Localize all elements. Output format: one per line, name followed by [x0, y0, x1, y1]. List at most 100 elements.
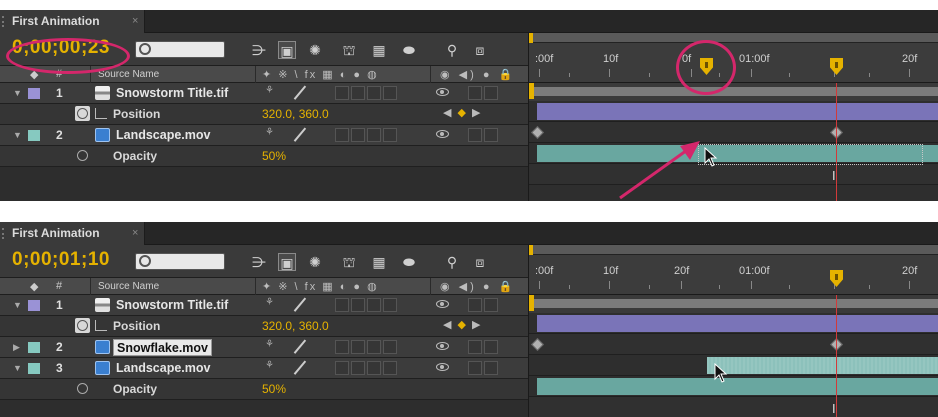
graph-icon[interactable] [95, 108, 107, 119]
prev-keyframe-icon[interactable]: ◀ [443, 107, 457, 119]
layer-track[interactable] [529, 355, 938, 376]
layer-track[interactable] [529, 313, 938, 334]
shy-switch-icon[interactable]: ⚘ [265, 85, 274, 96]
eye-icon[interactable] [436, 342, 449, 350]
next-keyframe-icon[interactable]: ▶ [472, 107, 486, 119]
shy-layers-icon[interactable]: ✺ [306, 41, 324, 59]
layer-duration-bar[interactable] [537, 315, 938, 332]
layer-row[interactable]: ▼ 1 Snowstorm Title.tif ⚘ [0, 83, 528, 104]
navigator-start-handle[interactable] [529, 33, 533, 43]
quality-switch-icon[interactable] [293, 86, 306, 99]
keyframe[interactable] [531, 126, 544, 139]
close-tab-icon[interactable]: × [132, 222, 138, 245]
property-row[interactable]: Opacity 50% [0, 146, 528, 167]
brainstorm-icon[interactable]: ⬬ [400, 41, 418, 59]
stopwatch-icon[interactable] [75, 106, 90, 121]
source-name-header[interactable]: Source Name [98, 69, 159, 80]
brainstorm-icon[interactable]: ⬬ [400, 253, 418, 271]
layer-search-input[interactable] [135, 41, 225, 58]
layer-duration-bar[interactable] [537, 103, 938, 120]
property-track[interactable] [529, 122, 938, 143]
quality-switch-icon[interactable] [293, 340, 306, 353]
property-value[interactable]: 320.0, 360.0 [262, 319, 329, 333]
layer-duration-bar[interactable] [537, 378, 938, 395]
shy-switch-icon[interactable]: ⚘ [265, 339, 274, 350]
shy-layers-icon[interactable]: ✺ [306, 253, 324, 271]
frame-blending-icon[interactable]: ⛫ [340, 253, 358, 271]
layer-name[interactable]: Snowflake.mov [113, 339, 212, 356]
eye-icon[interactable] [436, 88, 449, 96]
frame-blending-icon[interactable]: ⛫ [340, 41, 358, 59]
property-track[interactable] [529, 334, 938, 355]
motion-blur-icon[interactable]: ▦ [370, 253, 388, 271]
twirl-open-icon[interactable]: ▼ [13, 300, 22, 310]
layer-row[interactable]: ▶ 2 Snowflake.mov ⚘ [0, 337, 528, 358]
navigator-start-handle[interactable] [529, 245, 533, 255]
quality-switch-icon[interactable] [293, 361, 306, 374]
work-area-bar[interactable] [529, 83, 938, 101]
layer-search-input[interactable] [135, 253, 225, 270]
twirl-closed-icon[interactable]: ▶ [13, 342, 20, 353]
work-area-bar[interactable] [529, 295, 938, 313]
layer-name[interactable]: Landscape.mov [116, 128, 210, 142]
quality-switch-icon[interactable] [293, 298, 306, 311]
layer-track[interactable] [529, 376, 938, 397]
layer-name[interactable]: Snowstorm Title.tif [116, 298, 228, 312]
layer-name[interactable]: Snowstorm Title.tif [116, 86, 228, 100]
composition-tab[interactable]: First Animation × [0, 222, 145, 245]
label-column-icon[interactable]: ◆ [30, 280, 38, 293]
property-row[interactable]: Position 320.0, 360.0 ◀◆▶ [0, 316, 528, 337]
close-tab-icon[interactable]: × [132, 10, 138, 33]
property-track[interactable]: I [529, 164, 938, 185]
draft-3d-icon[interactable]: ▣ [278, 253, 296, 271]
time-graph[interactable]: :00f 10f 20f 01:00f 20f I [528, 245, 938, 417]
draft-3d-icon[interactable]: ▣ [278, 41, 296, 59]
stopwatch-icon[interactable] [75, 148, 90, 163]
time-navigator[interactable] [529, 245, 938, 255]
comp-mini-flowchart-icon[interactable]: ⋺ [250, 41, 268, 59]
property-row[interactable]: Position 320.0, 360.0 ◀◆▶ [0, 104, 528, 125]
current-time-display[interactable]: 0;00;01;10 [12, 249, 110, 271]
source-name-header[interactable]: Source Name [98, 281, 159, 292]
label-color-swatch[interactable] [28, 88, 40, 99]
layer-name[interactable]: Landscape.mov [116, 361, 210, 375]
next-keyframe-icon[interactable]: ▶ [472, 319, 486, 331]
keyframe[interactable] [531, 338, 544, 351]
twirl-open-icon[interactable]: ▼ [13, 130, 22, 140]
time-ruler[interactable]: :00f 10f 20f 01:00f 20f [529, 245, 938, 295]
twirl-open-icon[interactable]: ▼ [13, 88, 22, 98]
layer-row[interactable]: ▼ 1 Snowstorm Title.tif ⚘ [0, 295, 528, 316]
quality-switch-icon[interactable] [293, 128, 306, 141]
current-time-indicator[interactable] [830, 270, 843, 287]
label-color-swatch[interactable] [28, 300, 40, 311]
graph-editor-icon[interactable]: ⧈ [471, 253, 489, 271]
graph-editor-pin-icon[interactable]: ⚲ [443, 41, 461, 59]
property-value[interactable]: 50% [262, 149, 286, 163]
graph-editor-pin-icon[interactable]: ⚲ [443, 253, 461, 271]
eye-icon[interactable] [436, 130, 449, 138]
current-time-indicator[interactable] [830, 58, 843, 75]
layer-track[interactable] [529, 101, 938, 122]
label-color-swatch[interactable] [28, 130, 40, 141]
number-column-header[interactable]: # [56, 280, 62, 292]
layer-row[interactable]: ▼ 3 Landscape.mov ⚘ [0, 358, 528, 379]
add-keyframe-icon[interactable]: ◆ [457, 107, 471, 119]
layer-duration-bar[interactable] [707, 357, 938, 374]
composition-tab[interactable]: First Animation × [0, 10, 145, 33]
label-color-swatch[interactable] [28, 363, 40, 374]
panel-grip-icon[interactable] [2, 228, 8, 239]
shy-switch-icon[interactable]: ⚘ [265, 297, 274, 308]
property-row[interactable]: Opacity 50% [0, 379, 528, 400]
stopwatch-icon[interactable] [75, 381, 90, 396]
property-value[interactable]: 50% [262, 382, 286, 396]
shy-switch-icon[interactable]: ⚘ [265, 360, 274, 371]
comp-mini-flowchart-icon[interactable]: ⋺ [250, 253, 268, 271]
graph-editor-icon[interactable]: ⧈ [471, 41, 489, 59]
shy-switch-icon[interactable]: ⚘ [265, 127, 274, 138]
eye-icon[interactable] [436, 363, 449, 371]
property-track[interactable]: I [529, 397, 938, 417]
label-color-swatch[interactable] [28, 342, 40, 353]
stopwatch-icon[interactable] [75, 318, 90, 333]
property-value[interactable]: 320.0, 360.0 [262, 107, 329, 121]
eye-icon[interactable] [436, 300, 449, 308]
